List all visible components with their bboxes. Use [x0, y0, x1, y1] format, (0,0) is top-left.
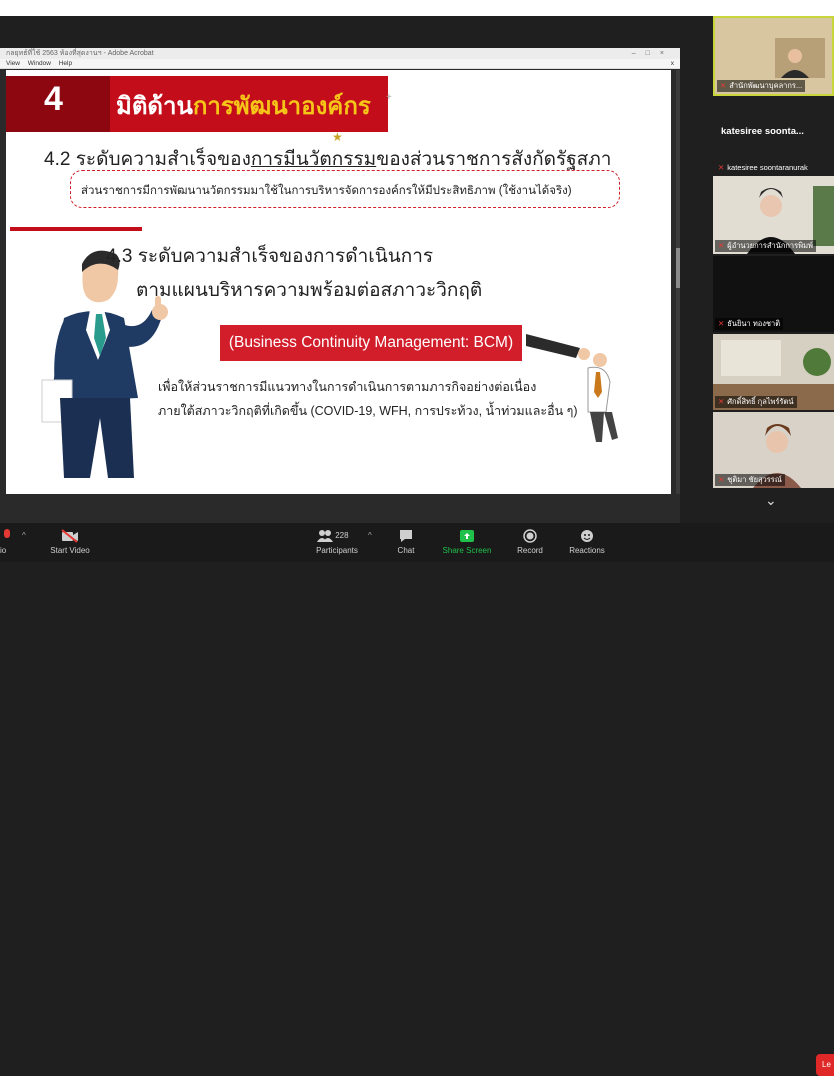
leave-button[interactable]: Le [816, 1054, 834, 1076]
video-tile-name-only[interactable]: katesiree soonta... ✕ katesiree soontaran… [713, 98, 834, 174]
participants-count: 228 [335, 531, 349, 540]
mic-muted-icon: ✕ [718, 475, 725, 484]
mic-muted-icon: ✕ [720, 81, 727, 90]
top-black-bar [0, 0, 834, 16]
video-tile-participant[interactable]: ✕ ผู้อำนวยการสำนักการพิมพ์ [713, 176, 834, 254]
heading-4-2-suffix: ของส่วนราชการสังกัดรัฐสภา [376, 149, 612, 170]
bcm-description-line2: ภายใต้สภาวะวิกฤติที่เกิดขึ้น (COVID-19, … [158, 404, 578, 418]
tile-name: ✕ katesiree soontaranurak [718, 163, 808, 172]
tile-name: ✕ ผู้อำนวยการสำนักการพิมพ์ [715, 240, 816, 252]
video-off-icon [61, 529, 79, 543]
innovation-note-text: ส่วนราชการมีการพัฒนานวัตกรรมมาใช้ในการบร… [81, 185, 572, 197]
participants-button[interactable]: 228 Participants [308, 523, 366, 562]
acrobat-menu-bar: View Window Help x [0, 59, 680, 69]
star-icon: ★ [332, 130, 343, 144]
audio-button[interactable]: io [0, 523, 20, 562]
bcm-description-line1: เพื่อให้ส่วนราชการมีแนวทางในการดำเนินการ… [158, 380, 537, 394]
shared-screen: กลยุทธ์ที่ใช้ 2563 ห้องที่สุดงานฯ - Adob… [0, 48, 680, 523]
record-button[interactable]: Record [510, 523, 550, 562]
participants-icon: 228 [317, 529, 357, 543]
reactions-button[interactable]: Reactions [564, 523, 610, 562]
header-title-highlight: การพัฒนาองค์กร [192, 93, 371, 120]
heading-4-3: 4.3 ระดับความสำเร็จของการดำเนินการ ตามแผ… [106, 240, 482, 308]
bcm-label: (Business Continuity Management: BCM) [220, 325, 522, 361]
mic-muted-icon: ✕ [718, 163, 725, 172]
slide-header-title: มิติด้านการพัฒนาองค์กร [116, 86, 371, 125]
header-title-prefix: มิติด้าน [116, 93, 193, 120]
meeting-toolbar: io ^ Start Video 228 Participants ^ Chat… [0, 523, 834, 1076]
heading-4-2-underlined: การมีนวัตกรรม [250, 149, 377, 170]
chat-button[interactable]: Chat [388, 523, 424, 562]
participants-caret-icon[interactable]: ^ [368, 531, 372, 540]
menu-window[interactable]: Window [28, 60, 51, 67]
document-scrollbar[interactable] [676, 70, 680, 494]
reactions-icon [580, 529, 594, 543]
share-screen-icon [460, 529, 474, 543]
menu-view[interactable]: View [6, 60, 20, 67]
mic-muted-icon [2, 529, 12, 543]
heading-4-3-line1: 4.3 ระดับความสำเร็จของการดำเนินการ [106, 246, 434, 267]
window-controls[interactable]: –□× [632, 48, 674, 59]
section-divider [10, 227, 142, 231]
scrollbar-thumb[interactable] [676, 248, 680, 288]
innovation-note-box: ส่วนราชการมีการพัฒนานวัตกรรมมาใช้ในการบร… [70, 170, 620, 208]
slide-section-number: 4 [44, 80, 63, 118]
tile-name: ✕ ธันยินา ทองชาติ [715, 318, 784, 330]
presentation-slide: 4 มิติด้านการพัฒนาองค์กร + ★ 4.2 ระดับคว… [6, 70, 671, 494]
tile-name: ✕ ชุติมา ชัยสุวรรณ์ [715, 474, 785, 486]
mic-muted-icon: ✕ [718, 241, 725, 250]
video-tile-participant[interactable]: ✕ ศักดิ์สิทธิ์ กุลไพร์รัตน์ [713, 334, 834, 410]
mic-muted-icon: ✕ [718, 319, 725, 328]
menu-help[interactable]: Help [59, 60, 72, 67]
video-tile-participant[interactable]: ✕ ธันยินา ทองชาติ [713, 256, 834, 332]
chat-icon [399, 529, 413, 543]
heading-4-3-line2: ตามแผนบริหารความพร้อมต่อสภาวะวิกฤติ [136, 280, 483, 301]
start-video-button[interactable]: Start Video [44, 523, 96, 562]
video-tile-participant[interactable]: ✕ ชุติมา ชัยสุวรรณ์ [713, 412, 834, 488]
tile-big-name: katesiree soonta... [721, 126, 804, 137]
close-document-button[interactable]: x [671, 59, 674, 68]
tile-name: ✕ ศักดิ์สิทธิ์ กุลไพร์รัตน์ [715, 396, 797, 408]
plus-mark: + [386, 92, 392, 103]
share-screen-button[interactable]: Share Screen [440, 523, 494, 562]
acrobat-title-bar: กลยุทธ์ที่ใช้ 2563 ห้องที่สุดงานฯ - Adob… [0, 48, 680, 59]
heading-4-2-prefix: 4.2 ระดับความสำเร็จของ [44, 149, 251, 170]
audio-options-caret-icon[interactable]: ^ [22, 531, 26, 540]
scroll-down-chevron-icon[interactable]: ⌄ [765, 492, 777, 509]
mic-muted-icon: ✕ [718, 397, 725, 406]
record-icon [523, 529, 537, 543]
bcm-description: เพื่อให้ส่วนราชการมีแนวทางในการดำเนินการ… [158, 375, 578, 423]
tile-name: ✕ สำนักพัฒนาบุคลากร... [717, 80, 806, 92]
video-tile-active-speaker[interactable]: ✕ สำนักพัฒนาบุคลากร... [713, 16, 834, 96]
participant-video-panel: ✕ สำนักพัฒนาบุคลากร... katesiree soonta..… [713, 16, 834, 523]
window-title: กลยุทธ์ที่ใช้ 2563 ห้องที่สุดงานฯ - Adob… [6, 50, 154, 57]
